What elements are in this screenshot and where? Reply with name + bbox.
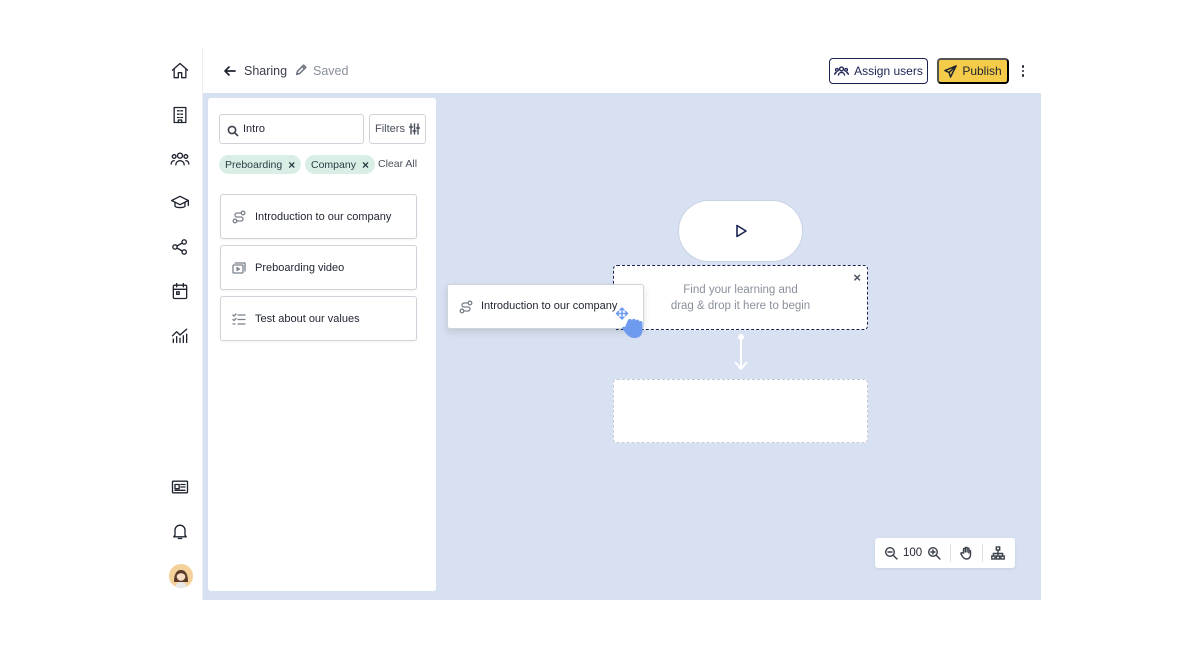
- drop-zone-empty[interactable]: [613, 379, 868, 443]
- paper-plane-icon: [944, 64, 958, 78]
- analytics-icon[interactable]: [169, 324, 191, 346]
- sitemap-icon[interactable]: [991, 546, 1005, 560]
- hand-pan-icon[interactable]: [959, 546, 973, 560]
- users-icon[interactable]: [169, 148, 191, 170]
- library-item[interactable]: Test about our values: [220, 296, 417, 341]
- course-path-icon: [232, 210, 246, 224]
- filter-chip-label: Preboarding: [225, 158, 283, 171]
- share-icon[interactable]: [169, 236, 191, 258]
- video-stack-icon: [232, 261, 246, 275]
- library-panel: Filters Preboarding × Company × Clear Al…: [208, 98, 436, 591]
- editor-header: Sharing Saved Assign users Publish: [203, 48, 1041, 93]
- filters-button[interactable]: Filters: [369, 114, 426, 144]
- news-icon[interactable]: [169, 476, 191, 498]
- publish-label: Publish: [962, 64, 1002, 78]
- drop-zone-hint: Find your learning and drag & drop it he…: [670, 284, 811, 312]
- library-item[interactable]: Introduction to our company: [220, 194, 417, 239]
- dragged-item-label: Introduction to our company: [481, 300, 618, 312]
- checklist-icon: [232, 312, 246, 326]
- library-item-label: Preboarding video: [255, 262, 345, 274]
- remove-chip-icon[interactable]: ×: [288, 159, 295, 171]
- assign-users-label: Assign users: [854, 64, 923, 78]
- avatar[interactable]: [169, 564, 193, 588]
- building-icon[interactable]: [169, 104, 191, 126]
- home-icon[interactable]: [169, 60, 191, 82]
- zoom-in-icon[interactable]: [927, 546, 941, 560]
- search-icon: [227, 124, 239, 137]
- graduation-cap-icon[interactable]: [169, 192, 191, 214]
- search-input[interactable]: [243, 120, 358, 138]
- clear-all-link[interactable]: Clear All: [378, 158, 417, 170]
- library-item-label: Test about our values: [255, 313, 360, 325]
- sliders-icon: [408, 123, 420, 135]
- course-path-icon: [459, 300, 473, 314]
- filter-chip: Preboarding ×: [219, 155, 302, 174]
- pencil-icon[interactable]: [294, 63, 308, 77]
- toolbar-divider: [950, 544, 951, 562]
- breadcrumb-title: Sharing: [244, 64, 288, 78]
- more-options-icon[interactable]: [1019, 63, 1027, 79]
- flow-connector: [734, 334, 748, 370]
- library-item[interactable]: Preboarding video: [220, 245, 417, 290]
- search-field[interactable]: [219, 114, 364, 144]
- publish-button[interactable]: Publish: [937, 58, 1009, 84]
- filter-chip-label: Company: [311, 158, 356, 171]
- back-arrow-icon[interactable]: [222, 63, 238, 79]
- filter-chip: Company ×: [305, 155, 375, 174]
- play-icon: [735, 224, 747, 238]
- calendar-icon[interactable]: [169, 280, 191, 302]
- zoom-toolbar: 100: [875, 538, 1015, 568]
- zoom-level: 100: [903, 547, 923, 559]
- library-item-label: Introduction to our company: [255, 211, 392, 223]
- app-window: Sharing Saved Assign users Publish Filt: [158, 48, 1041, 600]
- remove-chip-icon[interactable]: ×: [362, 159, 369, 171]
- nav-rail: [158, 48, 203, 600]
- zoom-out-icon[interactable]: [884, 546, 898, 560]
- start-node[interactable]: [678, 200, 803, 262]
- toolbar-divider: [982, 544, 983, 562]
- save-status: Saved: [313, 64, 349, 78]
- users-icon: [834, 65, 850, 76]
- assign-users-button[interactable]: Assign users: [829, 58, 928, 84]
- flow-canvas[interactable]: Filters Preboarding × Company × Clear Al…: [203, 93, 1041, 600]
- filters-label: Filters: [375, 123, 405, 135]
- bell-icon[interactable]: [169, 520, 191, 542]
- drag-hand-cursor-icon: [615, 307, 643, 338]
- drop-zone-active[interactable]: × Find your learning and drag & drop it …: [613, 265, 868, 330]
